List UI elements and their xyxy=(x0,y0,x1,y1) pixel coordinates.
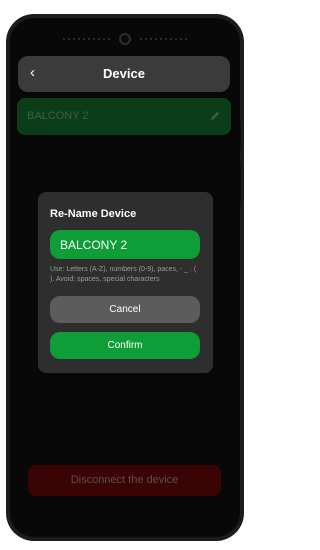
screen: ‹ Device BALCONY 2 Disconnect the device… xyxy=(10,18,240,537)
page-title: Device xyxy=(103,66,145,81)
camera-area xyxy=(62,32,188,46)
naming-hint: Use: Letters (A-Z), numbers (0-9), paces… xyxy=(50,266,197,283)
cancel-button[interactable]: Cancel xyxy=(50,296,200,323)
confirm-button[interactable]: Confirm xyxy=(50,332,200,359)
rename-dialog: Re-Name Device Use: Letters (A-Z), numbe… xyxy=(38,192,213,373)
disconnect-button[interactable]: Disconnect the device xyxy=(28,465,221,496)
device-card[interactable]: BALCONY 2 xyxy=(17,98,231,135)
dialog-title: Re-Name Device xyxy=(50,208,137,220)
pencil-icon[interactable] xyxy=(209,109,221,127)
device-name-input[interactable] xyxy=(50,230,200,259)
device-name: BALCONY 2 xyxy=(27,110,89,122)
app-header: ‹ Device xyxy=(18,56,230,92)
camera-icon xyxy=(119,33,131,45)
